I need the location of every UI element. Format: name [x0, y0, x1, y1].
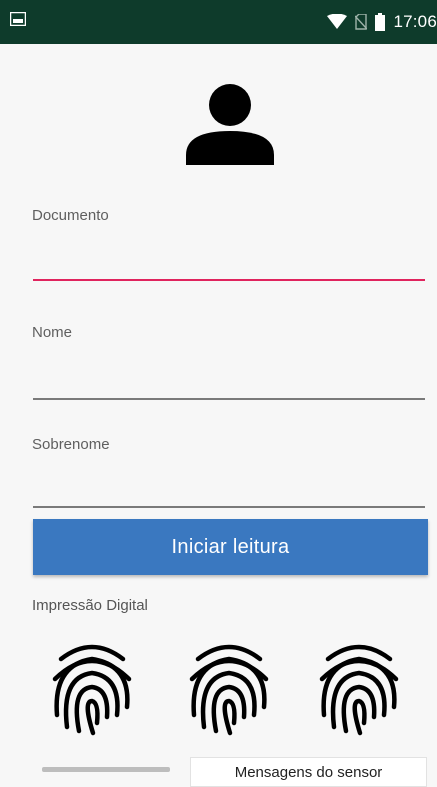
sobrenome-input[interactable] — [33, 472, 429, 508]
sensor-progress-bar — [42, 767, 170, 772]
status-bar: 17:06 — [0, 0, 437, 44]
sobrenome-underline — [33, 506, 425, 508]
nome-underline — [33, 398, 425, 400]
documento-input[interactable] — [33, 244, 429, 280]
fingerprint-icon[interactable] — [314, 637, 404, 737]
start-reading-button[interactable]: Iniciar leitura — [33, 519, 428, 575]
status-icons: 17:06 — [327, 8, 437, 36]
fingerprint-icon[interactable] — [47, 637, 137, 737]
no-sim-icon — [355, 14, 368, 30]
sensor-messages-box: Mensagens do sensor — [190, 757, 427, 787]
fingerprint-icon[interactable] — [184, 637, 274, 737]
battery-icon — [375, 13, 386, 31]
image-notification-icon — [10, 12, 26, 26]
documento-label: Documento — [32, 207, 109, 224]
status-time: 17:06 — [393, 12, 437, 31]
documento-underline — [33, 279, 425, 281]
nome-label: Nome — [32, 324, 73, 341]
wifi-icon — [327, 14, 348, 29]
sobrenome-label: Sobrenome — [32, 436, 110, 453]
nome-input[interactable] — [33, 362, 429, 398]
fingerprint-section-label: Impressão Digital — [32, 597, 148, 614]
person-icon — [186, 84, 274, 165]
